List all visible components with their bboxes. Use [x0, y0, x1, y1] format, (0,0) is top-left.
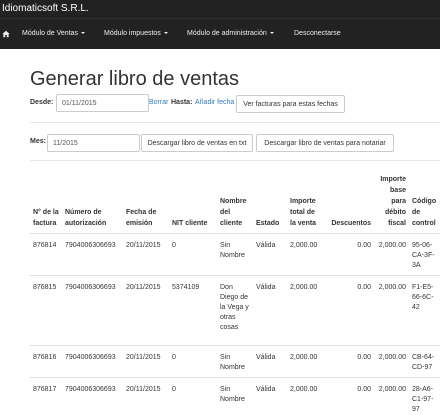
sales-table: N° de la factura Número de autorización …: [30, 174, 440, 415]
cell-discounts: 0.00: [325, 275, 374, 346]
nav-modulo-ventas-label: Módulo de Ventas: [22, 30, 79, 37]
caret-down-icon: [163, 32, 168, 35]
view-invoices-button[interactable]: Ver facturas para estas fechas: [236, 95, 345, 113]
nav-modulo-ventas[interactable]: Módulo de Ventas: [22, 30, 86, 37]
column-header[interactable]: Número de autorización: [62, 174, 123, 234]
cell-total: 2,000.00: [287, 233, 325, 276]
nav-modulo-impuestos-label: Módulo impuestos: [104, 30, 161, 37]
cell-nit: 0: [169, 345, 217, 378]
cell-nit: 5374109: [169, 275, 217, 346]
cell-tax-base: 2,000.00: [374, 345, 409, 378]
cell-invoice-number: 876814: [30, 233, 62, 276]
cell-tax-base: 2,000.00: [374, 377, 409, 415]
download-txt-button[interactable]: Descargar libro de ventas en txt: [141, 134, 253, 152]
cell-issue-date: 20/11/2015: [123, 275, 169, 346]
column-header[interactable]: Estado: [253, 174, 287, 234]
cell-client-name: Don Diego de la Vega y otras cosas: [217, 275, 253, 346]
home-icon[interactable]: [2, 30, 10, 38]
mes-input[interactable]: 11/2015: [47, 134, 140, 152]
table-row[interactable]: 876815 7904006306693 20/11/2015 5374109 …: [30, 275, 440, 346]
cell-nit: 0: [169, 233, 217, 276]
cell-issue-date: 20/11/2015: [123, 345, 169, 378]
cell-nit: 0: [169, 377, 217, 415]
cell-discounts: 0.00: [325, 233, 374, 276]
cell-invoice-number: 876815: [30, 275, 62, 346]
cell-invoice-number: 876817: [30, 377, 62, 415]
cell-authorization: 7904006306693: [62, 275, 123, 346]
caret-down-icon: [269, 32, 274, 35]
cell-status: Válida: [253, 345, 287, 378]
nav-desconectarse[interactable]: Desconectarse: [294, 30, 341, 37]
hasta-label: Hasta:: [171, 99, 193, 106]
column-header[interactable]: NIT cliente: [169, 174, 217, 234]
cell-authorization: 7904006306693: [62, 345, 123, 378]
desde-date-input[interactable]: 01/11/2015: [56, 94, 149, 112]
cell-control-code: F1-E5-66-6C-42: [409, 275, 440, 346]
cell-control-code: CB-64-CD-97: [409, 345, 440, 378]
cell-issue-date: 20/11/2015: [123, 233, 169, 276]
column-header[interactable]: Importe base para débito fiscal: [374, 174, 409, 234]
column-header[interactable]: Nombre del cliente: [217, 174, 253, 234]
divider: [30, 122, 440, 123]
cell-invoice-number: 876816: [30, 345, 62, 378]
cell-status: Válida: [253, 233, 287, 276]
column-header[interactable]: Importe total de la venta: [287, 174, 325, 234]
caret-down-icon: [81, 32, 86, 35]
top-brand-bar: Idiomaticsoft S.R.L.: [0, 0, 440, 18]
divider: [30, 160, 440, 161]
table-row[interactable]: 876817 7904006306693 20/11/2015 0 Sin No…: [30, 377, 440, 415]
cell-total: 2,000.00: [287, 377, 325, 415]
column-header[interactable]: Descuentos: [325, 174, 374, 234]
cell-client-name: Sin Nombre: [217, 377, 253, 415]
mes-label: Mes:: [30, 138, 46, 145]
nav-modulo-administracion-label: Módulo de administración: [187, 30, 267, 37]
column-header[interactable]: Fecha de emisión: [123, 174, 169, 234]
cell-client-name: Sin Nombre: [217, 345, 253, 378]
column-header[interactable]: N° de la factura: [30, 174, 62, 234]
cell-control-code: 28-A6-C1-97-97: [409, 377, 440, 415]
cell-total: 2,000.00: [287, 275, 325, 346]
column-header[interactable]: Código de control: [409, 174, 440, 234]
cell-control-code: 95-06-CA-3F-3A: [409, 233, 440, 276]
page-title: Generar libro de ventas: [30, 68, 240, 90]
cell-client-name: Sin Nombre: [217, 233, 253, 276]
cell-discounts: 0.00: [325, 377, 374, 415]
cell-status: Válida: [253, 275, 287, 346]
cell-total: 2,000.00: [287, 345, 325, 378]
cell-tax-base: 2,000.00: [374, 275, 409, 346]
cell-issue-date: 20/11/2015: [123, 377, 169, 415]
download-notary-button[interactable]: Descargar libro de ventas para notariar: [256, 134, 394, 152]
add-date-link[interactable]: Añadir fecha: [195, 99, 234, 106]
table-row[interactable]: 876816 7904006306693 20/11/2015 0 Sin No…: [30, 345, 440, 378]
desde-label: Desde:: [30, 99, 54, 106]
brand-name[interactable]: Idiomaticsoft S.R.L.: [2, 3, 89, 14]
cell-tax-base: 2,000.00: [374, 233, 409, 276]
table-header-row: N° de la factura Número de autorización …: [30, 174, 440, 234]
nav-modulo-impuestos[interactable]: Módulo impuestos: [104, 30, 168, 37]
table-row[interactable]: 876814 7904006306693 20/11/2015 0 Sin No…: [30, 233, 440, 276]
cell-authorization: 7904006306693: [62, 377, 123, 415]
cell-discounts: 0.00: [325, 345, 374, 378]
borrar-link[interactable]: Borrar: [149, 99, 168, 106]
cell-status: Válida: [253, 377, 287, 415]
cell-authorization: 7904006306693: [62, 233, 123, 276]
main-navbar: Módulo de Ventas Módulo impuestos Módulo…: [0, 18, 440, 49]
nav-modulo-administracion[interactable]: Módulo de administración: [187, 30, 274, 37]
